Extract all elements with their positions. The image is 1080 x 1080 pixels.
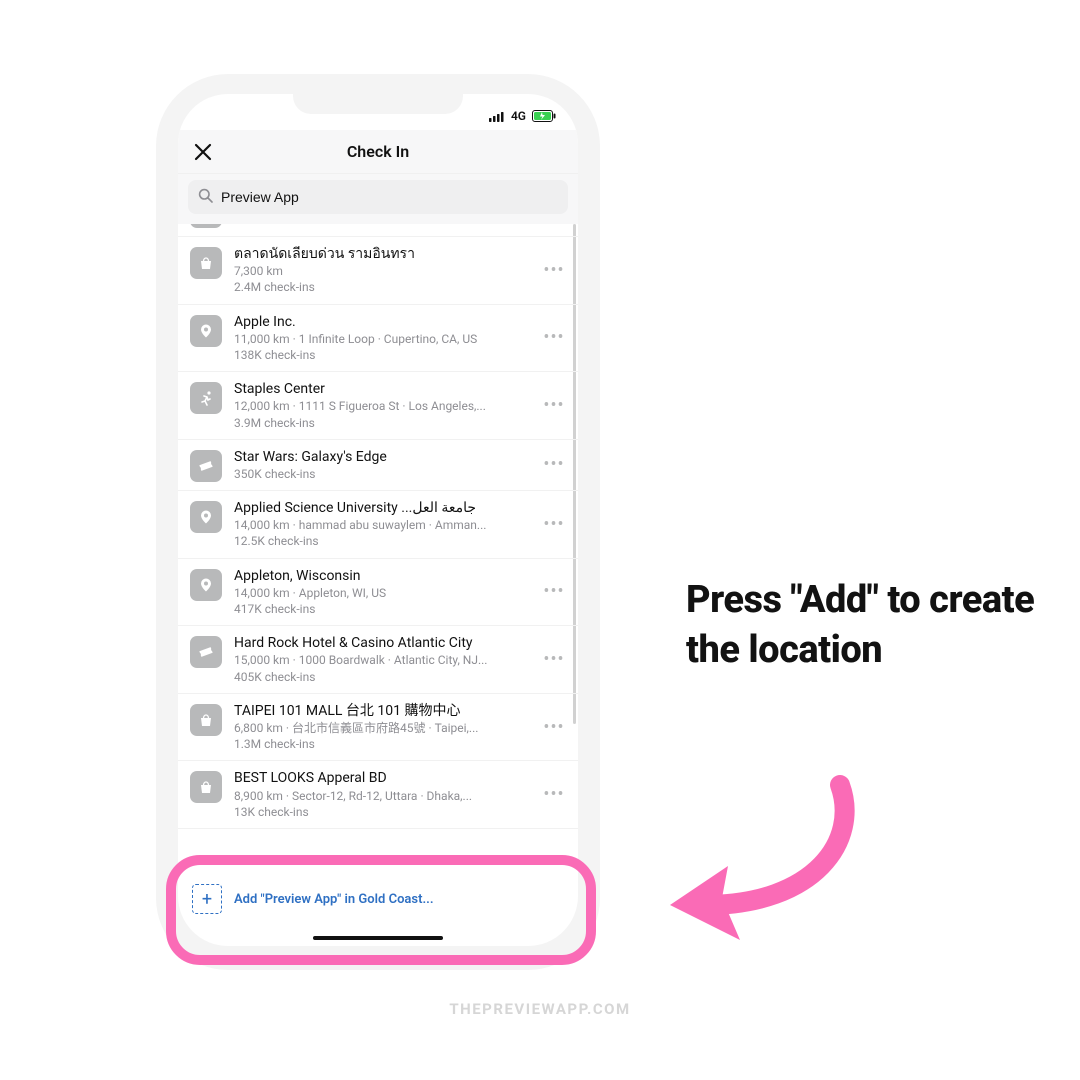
more-button[interactable]: ••• — [542, 514, 566, 535]
bag-icon — [190, 704, 222, 736]
list-item-checkins: 13K check-ins — [234, 804, 530, 820]
ticket-icon — [190, 450, 222, 482]
nav-bar: Check In — [178, 130, 578, 174]
bag-icon — [190, 247, 222, 279]
home-indicator[interactable] — [313, 936, 443, 940]
list-item-sub: 12,000 km · 1111 S Figueroa St · Los Ang… — [234, 398, 530, 414]
list-item[interactable]: 6,200 km · 78 Airport Boulevard · Singap… — [178, 224, 578, 237]
ticket-icon — [190, 636, 222, 668]
list-item-checkins: 12.5K check-ins — [234, 533, 530, 549]
more-button[interactable]: ••• — [542, 327, 566, 348]
list-item[interactable]: Apple Inc. 11,000 km · 1 Infinite Loop ·… — [178, 305, 578, 373]
more-button[interactable]: ••• — [542, 649, 566, 670]
add-location-button[interactable]: + Add "Preview App" in Gold Coast... — [178, 870, 578, 928]
list-item-title: Staples Center — [234, 380, 530, 398]
list-item-sub: 15,000 km · 1000 Boardwalk · Atlantic Ci… — [234, 652, 530, 668]
pin-icon — [190, 315, 222, 347]
status-bar: 4G — [178, 94, 578, 130]
annotation-arrow-icon — [650, 770, 880, 950]
more-button[interactable]: ••• — [542, 395, 566, 416]
list-item-title: Hard Rock Hotel & Casino Atlantic City — [234, 634, 530, 652]
list-item-title: TAIPEI 101 MALL 台北 101 購物中心 — [234, 702, 530, 720]
list-item-sub: 14,000 km · hammad abu suwaylem · Amman.… — [234, 517, 530, 533]
bag-icon — [190, 771, 222, 803]
list-item[interactable]: Hard Rock Hotel & Casino Atlantic City 1… — [178, 626, 578, 694]
more-button[interactable]: ••• — [542, 784, 566, 805]
phone-mockup: 4G Check In — [170, 88, 586, 956]
pin-icon — [190, 569, 222, 601]
list-item[interactable]: BEST LOOKS Apperal BD 8,900 km · Sector-… — [178, 761, 578, 829]
list-item[interactable]: TAIPEI 101 MALL 台北 101 購物中心 6,800 km · 台… — [178, 694, 578, 762]
search-icon — [198, 188, 213, 207]
list-item-checkins: 608K check-ins — [234, 224, 530, 226]
list-item-sub: 350K check-ins — [234, 466, 530, 482]
list-item-sub: 14,000 km · Appleton, WI, US — [234, 585, 530, 601]
page-title: Check In — [347, 142, 409, 161]
network-label: 4G — [511, 109, 526, 123]
more-button[interactable]: ••• — [542, 581, 566, 602]
list-item-sub: 6,800 km · 台北市信義區市府路45號 · Taipei,... — [234, 720, 530, 736]
suitcase-icon — [190, 224, 222, 228]
list-item-sub: 8,900 km · Sector-12, Rd-12, Uttara · Dh… — [234, 788, 530, 804]
battery-charging-icon — [532, 110, 556, 122]
location-list[interactable]: 6,200 km · 78 Airport Boulevard · Singap… — [178, 224, 578, 880]
list-item-checkins: 3.9M check-ins — [234, 415, 530, 431]
list-item-sub: 7,300 km — [234, 263, 530, 279]
signal-icon — [489, 111, 505, 122]
search-wrap — [178, 174, 578, 224]
add-location-label: Add "Preview App" in Gold Coast... — [234, 892, 434, 907]
list-item[interactable]: Applied Science University ...جامعة العل… — [178, 491, 578, 559]
list-item[interactable]: Appleton, Wisconsin 14,000 km · Appleton… — [178, 559, 578, 627]
list-item-checkins: 138K check-ins — [234, 347, 530, 363]
list-item-title: Appleton, Wisconsin — [234, 567, 530, 585]
close-button[interactable] — [192, 141, 214, 163]
search-field[interactable] — [188, 180, 568, 214]
watermark: THEPREVIEWAPP.COM — [0, 1000, 1080, 1018]
more-button[interactable]: ••• — [542, 454, 566, 475]
list-item-title: ตลาดนัดเลียบด่วน รามอินทรา — [234, 245, 530, 263]
list-item-checkins: 417K check-ins — [234, 601, 530, 617]
list-item[interactable]: Staples Center 12,000 km · 1111 S Figuer… — [178, 372, 578, 440]
more-button[interactable]: ••• — [542, 260, 566, 281]
pin-icon — [190, 501, 222, 533]
list-item-title: BEST LOOKS Apperal BD — [234, 769, 530, 787]
more-button[interactable]: ••• — [542, 717, 566, 738]
list-item-checkins: 1.3M check-ins — [234, 736, 530, 752]
search-input[interactable] — [221, 189, 558, 205]
annotation-text: Press "Add" to create the location — [686, 575, 1046, 675]
list-item[interactable]: Star Wars: Galaxy's Edge 350K check-ins … — [178, 440, 578, 491]
list-item-title: Applied Science University ...جامعة العل — [234, 499, 530, 517]
list-item-title: Apple Inc. — [234, 313, 530, 331]
screen: 4G Check In — [178, 94, 578, 946]
activity-icon — [190, 382, 222, 414]
plus-icon: + — [192, 884, 222, 914]
list-item-title: Star Wars: Galaxy's Edge — [234, 448, 530, 466]
list-item[interactable]: ตลาดนัดเลียบด่วน รามอินทรา 7,300 km 2.4M… — [178, 237, 578, 305]
list-item-sub: 11,000 km · 1 Infinite Loop · Cupertino,… — [234, 331, 530, 347]
list-item-checkins: 405K check-ins — [234, 669, 530, 685]
list-item-checkins: 2.4M check-ins — [234, 279, 530, 295]
